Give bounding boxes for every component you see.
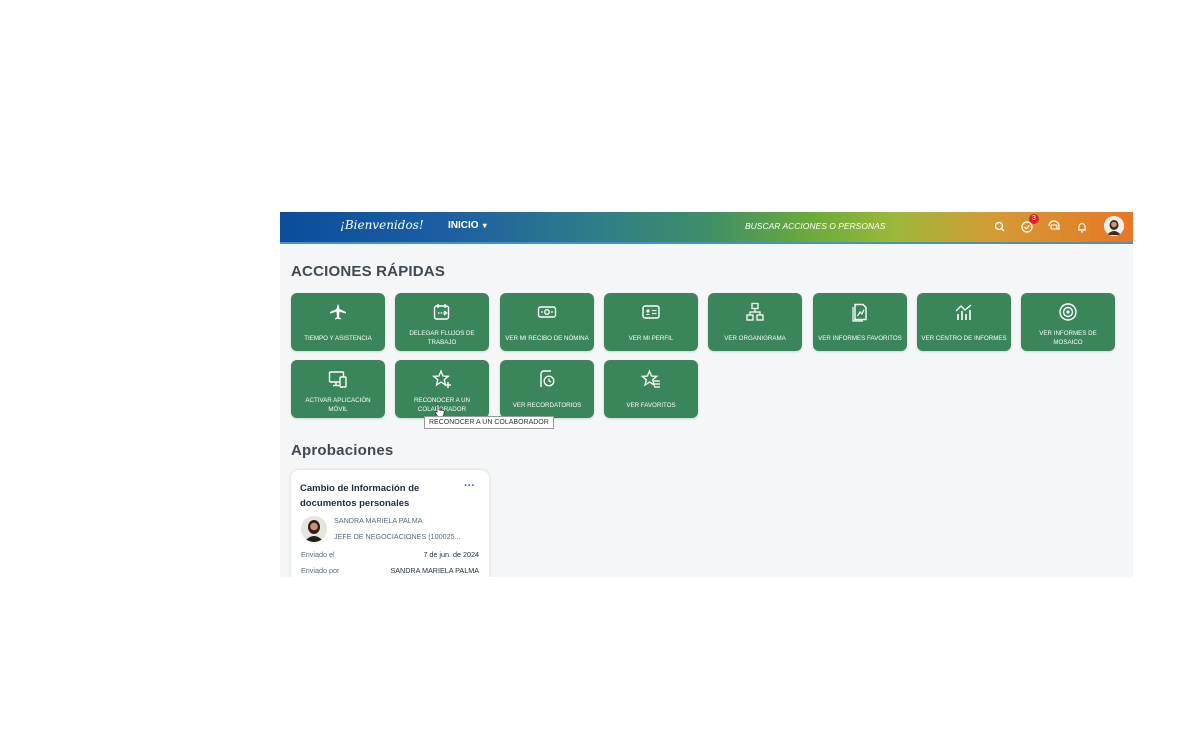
search-field[interactable]: BUSCAR ACCIONES O PERSONAS [745,221,885,231]
approval-card-title: Cambio de Información de documentos pers… [300,483,420,509]
user-avatar[interactable] [1104,216,1124,236]
welcome-logo: ¡Bienvenidos! [340,218,424,232]
airplane-icon [330,303,346,320]
tile-label: VER CENTRO DE INFORMES [921,334,1007,342]
chevron-down-icon: ▾ [480,221,487,230]
approvals-title: Aprobaciones [291,442,394,459]
tile-mosaic-reports[interactable]: VER INFORMES DE MOSAICO [1021,293,1115,351]
home-menu-button[interactable]: INICIO ▾ [448,220,487,231]
person-role: JEFE DE NEGOCIACIONES (100025... [334,532,461,541]
delegate-calendar-icon [433,304,450,320]
tile-favorite-reports[interactable]: VER INFORMES FAVORITOS [813,293,907,351]
sent-on-value: 7 de jun. de 2024 [423,550,479,559]
tile-label: VER FAVORITOS [626,401,676,409]
tooltip: RECONOCER A UN COLABORADOR [424,416,554,429]
tile-label: TIEMPO Y ASISTENCIA [304,334,372,342]
tile-label: VER MI RECIBO DE NÓMINA [505,334,589,342]
tile-org-chart[interactable]: VER ORGANIGRAMA [708,293,802,351]
notification-badge: 3 [1029,214,1039,224]
money-bill-icon [537,306,557,318]
app-window: ¡Bienvenidos! INICIO ▾ BUSCAR ACCIONES O… [280,212,1133,577]
tile-label: VER MI PERFIL [628,334,674,342]
tile-label: DELEGAR FLUJOS DE TRABAJO [409,330,475,346]
reports-icon [852,303,867,322]
star-list-icon [641,369,660,388]
tile-label: VER ORGANIGRAMA [724,334,786,342]
tile-delegate-workflows[interactable]: DELEGAR FLUJOS DE TRABAJO [395,293,489,351]
tile-my-profile[interactable]: VER MI PERFIL [604,293,698,351]
id-card-icon [642,305,660,319]
person-name: SANDRA MARIELA PALMA [334,516,423,525]
tile-report-center[interactable]: VER CENTRO DE INFORMES [917,293,1011,351]
approval-card[interactable]: Cambio de Información de documentos pers… [291,470,489,577]
tile-label: ACTIVAR APLICACIÓN MÓVIL [305,397,371,413]
device-icon [328,371,347,388]
sent-on-label: Enviado el [301,550,335,559]
tile-reminders[interactable]: VER RECORDATORIOS [500,360,594,418]
sent-by-label: Enviado por [301,566,340,575]
shell-header: ¡Bienvenidos! INICIO ▾ BUSCAR ACCIONES O… [280,212,1133,244]
tile-activate-mobile[interactable]: ACTIVAR APLICACIÓN MÓVIL [291,360,385,418]
sent-by-value: SANDRA MARIELA PALMA [390,566,479,575]
tile-time-attendance[interactable]: TIEMPO Y ASISTENCIA [291,293,385,351]
org-chart-icon [746,302,764,321]
chart-icon [955,304,972,320]
star-plus-icon [432,369,451,388]
tile-payslip[interactable]: VER MI RECIBO DE NÓMINA [500,293,594,351]
bell-icon[interactable] [1074,219,1090,235]
more-options-button[interactable]: ··· [464,480,475,492]
tile-favorites[interactable]: VER FAVORITOS [604,360,698,418]
target-icon [1059,303,1077,321]
home-menu-label: INICIO [448,220,479,231]
avatar [301,516,327,542]
reminder-icon [540,370,555,387]
tile-label: VER INFORMES FAVORITOS [818,334,902,342]
tile-label: VER INFORMES DE MOSAICO [1039,330,1097,346]
tile-label: VER RECORDATORIOS [512,401,582,409]
assistant-icon[interactable] [1046,219,1062,235]
search-icon[interactable] [992,219,1008,235]
quick-actions-title: ACCIONES RÁPIDAS [291,263,446,280]
